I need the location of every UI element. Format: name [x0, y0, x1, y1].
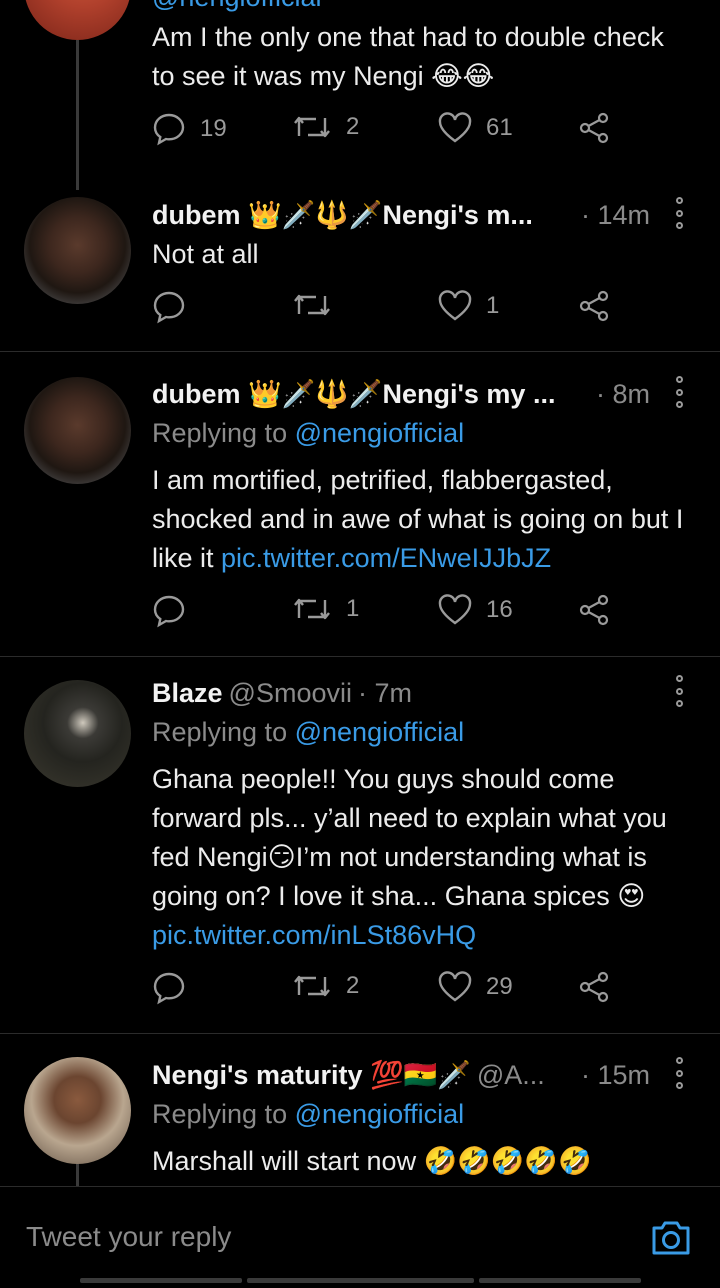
more-vertical-icon[interactable] — [672, 376, 686, 408]
tweet[interactable]: Nengi's maturity 💯🇬🇭🗡️ @A... · 15m Reply… — [0, 1055, 720, 1185]
share-button[interactable] — [578, 594, 624, 626]
tweet-text: Am I the only one that had to double che… — [152, 22, 664, 91]
like-button[interactable]: 1 — [438, 290, 499, 322]
reply-count: 19 — [200, 115, 227, 142]
heart-icon — [438, 971, 472, 1002]
user-handle[interactable]: @A... — [477, 1060, 545, 1091]
share-button[interactable] — [578, 112, 624, 144]
like-count: 1 — [486, 292, 500, 319]
replying-to-cutoff: @nengiofficial — [152, 0, 322, 13]
retweet-count: 1 — [346, 595, 360, 622]
retweet-count: 2 — [346, 972, 360, 999]
like-count: 61 — [486, 114, 513, 141]
share-icon — [579, 112, 609, 144]
timestamp: · 14m — [580, 199, 650, 230]
replying-to: Replying to @nengiofficial — [152, 418, 464, 449]
nav-bar-segment — [479, 1278, 641, 1283]
retweet-count: 2 — [346, 113, 360, 140]
tweet-header: dubem 👑🗡️🔱🗡️Nengi's m... · 14m — [152, 195, 650, 235]
speech-bubble-icon — [153, 291, 185, 324]
like-button[interactable]: 61 — [438, 112, 513, 144]
replying-label: Replying to — [152, 1099, 288, 1129]
like-count: 29 — [486, 973, 513, 1000]
retweet-icon — [294, 116, 330, 138]
more-vertical-icon[interactable] — [672, 1057, 686, 1089]
mention-link[interactable]: @nengiofficial — [295, 717, 465, 747]
more-vertical-icon[interactable] — [672, 197, 686, 229]
reply-button[interactable] — [152, 594, 200, 628]
speech-bubble-icon — [153, 972, 185, 1005]
media-link[interactable]: pic.twitter.com/ENweIJJbJZ — [221, 543, 551, 573]
share-icon — [579, 971, 609, 1003]
display-name[interactable]: Nengi's maturity 💯🇬🇭🗡️ — [152, 1059, 471, 1091]
camera-icon[interactable] — [650, 1219, 692, 1257]
tweet[interactable]: Blaze @Smoovii · 7m Replying to @nengiof… — [0, 673, 720, 1033]
tweet-text: I am mortified, petrified, flabbergasted… — [152, 461, 686, 578]
heart-icon — [438, 290, 472, 321]
tweet-header: Nengi's maturity 💯🇬🇭🗡️ @A... · 15m — [152, 1055, 650, 1095]
like-button[interactable]: 29 — [438, 971, 513, 1003]
like-button[interactable]: 16 — [438, 594, 513, 626]
tweet-actions: 1 — [152, 290, 620, 334]
display-name[interactable]: Blaze — [152, 678, 223, 709]
more-vertical-icon[interactable] — [672, 675, 686, 707]
retweet-icon — [294, 598, 330, 620]
tweet-actions: 19 2 61 — [152, 112, 620, 156]
divider — [0, 656, 720, 657]
timestamp: · 8m — [596, 378, 650, 409]
retweet-icon — [294, 975, 330, 997]
reply-button[interactable] — [152, 290, 200, 324]
media-link[interactable]: pic.twitter.com/inLSt86vHQ — [152, 920, 476, 950]
nav-bar-segment — [80, 1278, 242, 1283]
like-count: 16 — [486, 596, 513, 623]
mention-link[interactable]: @nengiofficial — [295, 1099, 465, 1129]
tweet-header: Blaze @Smoovii · 7m — [152, 673, 650, 713]
tweet-text: Ghana people!! You guys should come forw… — [152, 760, 686, 955]
heart-icon — [438, 112, 472, 143]
retweet-button[interactable]: 1 — [292, 594, 359, 624]
retweet-icon — [294, 294, 330, 316]
replying-to: Replying to @nengiofficial — [152, 1099, 464, 1130]
timestamp: · 15m — [580, 1059, 650, 1090]
divider — [0, 351, 720, 352]
tweet-header: dubem 👑🗡️🔱🗡️Nengi's my ... · 8m — [152, 374, 650, 414]
tweet-body: Ghana people!! You guys should come forw… — [152, 764, 667, 911]
heart-icon — [438, 594, 472, 625]
tweet-text: Marshall will start now 🤣🤣🤣🤣🤣 — [152, 1146, 592, 1176]
share-icon — [579, 594, 609, 626]
tweet[interactable]: @nengiofficial Am I the only one that ha… — [0, 0, 720, 180]
reply-input[interactable]: Tweet your reply — [26, 1221, 231, 1253]
nav-bar-segment — [247, 1278, 474, 1283]
tweet[interactable]: dubem 👑🗡️🔱🗡️Nengi's my ... · 8m Replying… — [0, 374, 720, 656]
reply-composer: Tweet your reply — [0, 1186, 720, 1288]
speech-bubble-icon — [153, 595, 185, 628]
share-button[interactable] — [578, 290, 624, 322]
display-name[interactable]: dubem 👑🗡️🔱🗡️Nengi's m... — [152, 199, 533, 231]
divider — [0, 1033, 720, 1034]
reply-button[interactable]: 19 — [152, 112, 227, 146]
mention-link[interactable]: @nengiofficial — [295, 418, 465, 448]
tweet[interactable]: dubem 👑🗡️🔱🗡️Nengi's m... · 14m Not at al… — [0, 195, 720, 351]
replying-label: Replying to — [152, 717, 288, 747]
tweet-text: Not at all — [152, 239, 259, 269]
replying-to: Replying to @nengiofficial — [152, 717, 464, 748]
retweet-button[interactable]: 2 — [292, 112, 359, 142]
replying-label: Replying to — [152, 418, 288, 448]
timestamp: · 7m — [358, 677, 412, 708]
reply-button[interactable] — [152, 971, 200, 1005]
retweet-button[interactable] — [292, 290, 346, 320]
user-handle[interactable]: @Smoovii — [229, 678, 352, 709]
tweet-actions: 1 16 — [152, 594, 620, 638]
speech-bubble-icon — [153, 113, 185, 146]
share-button[interactable] — [578, 971, 624, 1003]
retweet-button[interactable]: 2 — [292, 971, 359, 1001]
tweet-actions: 2 29 — [152, 971, 620, 1015]
display-name[interactable]: dubem 👑🗡️🔱🗡️Nengi's my ... — [152, 378, 555, 410]
share-icon — [579, 290, 609, 322]
